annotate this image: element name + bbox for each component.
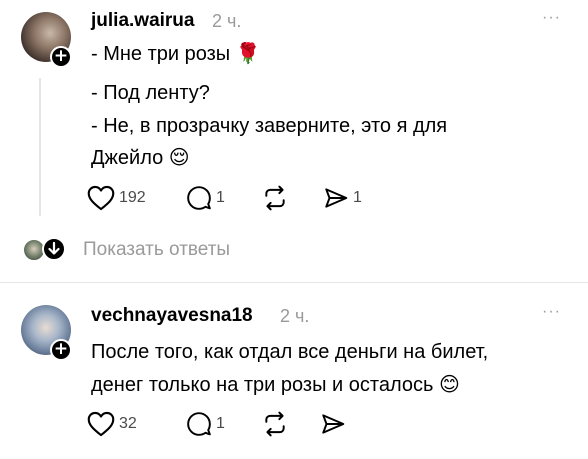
username[interactable]: julia.wairua [91, 10, 194, 32]
repost-icon[interactable] [262, 185, 288, 211]
divider [0, 282, 588, 283]
reply-count: 1 [216, 415, 225, 432]
username[interactable]: vechnayavesna18 [91, 305, 253, 327]
comment-text-line: - Под ленту? [91, 82, 210, 104]
heart-icon[interactable] [87, 411, 115, 437]
share-count: 1 [353, 189, 362, 206]
heart-icon[interactable] [87, 185, 115, 211]
follow-plus-icon[interactable]: + [50, 46, 72, 68]
repost-icon[interactable] [262, 411, 288, 437]
thread-line [39, 78, 41, 216]
comment-text-line: денег только на три розы и осталось 😊 [91, 374, 460, 396]
show-replies-link[interactable]: Показать ответы [83, 239, 230, 261]
arrow-down-icon [42, 237, 66, 261]
comment-text-line: Джейло 😌 [91, 147, 190, 169]
like-count: 192 [119, 189, 146, 206]
comment-text-line: - Мне три розы 🌹 [91, 43, 261, 65]
comment-text-line: - Не, в прозрачку заверните, это я для [91, 115, 448, 137]
send-icon[interactable] [320, 411, 346, 437]
more-options-icon[interactable]: ··· [542, 303, 561, 321]
comment-bubble-icon[interactable] [186, 185, 212, 211]
follow-plus-icon[interactable]: + [50, 339, 72, 361]
send-icon[interactable] [323, 185, 349, 211]
like-count: 32 [119, 415, 137, 432]
timestamp: 2 ч. [280, 306, 310, 326]
reply-count: 1 [216, 189, 225, 206]
more-options-icon[interactable]: ··· [542, 9, 561, 27]
comment-bubble-icon[interactable] [186, 411, 212, 437]
timestamp: 2 ч. [212, 11, 242, 31]
comment-text-line: После того, как отдал все деньги на биле… [91, 341, 489, 363]
